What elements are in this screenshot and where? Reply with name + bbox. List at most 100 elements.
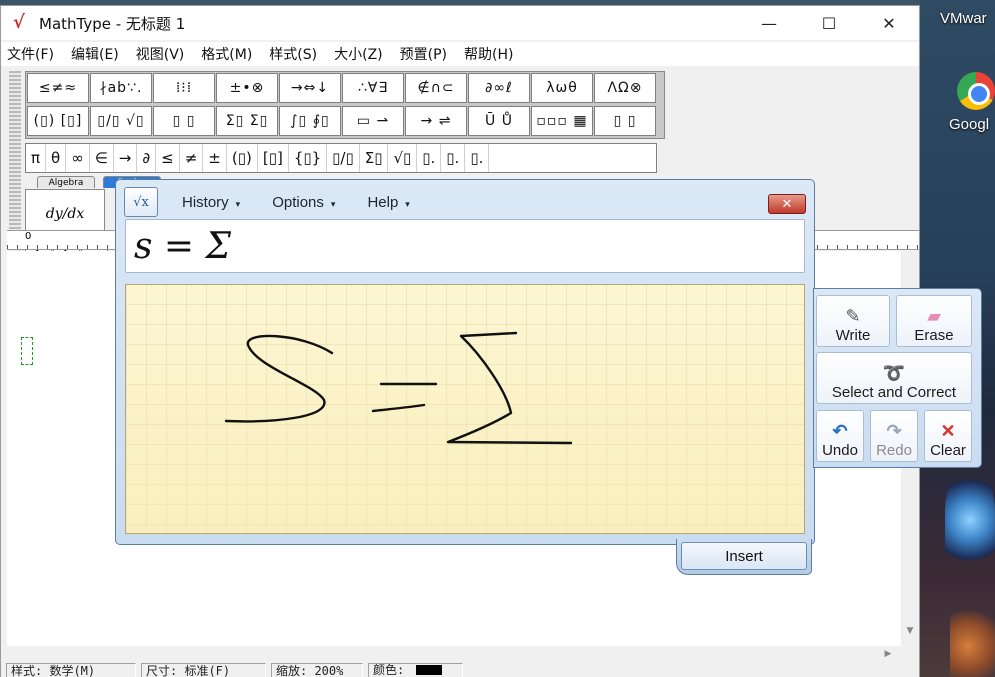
palette-fences-button[interactable]: (▯) [▯] [27,106,89,136]
tab-algebra[interactable]: Algebra [37,176,95,188]
title-bar: √ MathType - 无标题 1 — ☐ ✕ [1,6,919,40]
menu-size[interactable]: 大小(Z) [334,44,383,64]
palette-sets-button[interactable]: ∉∩⊂ [405,73,467,103]
options-label: Options [272,193,324,211]
mathtype-logo-icon: √ [13,12,25,33]
lasso-icon: ➰ [882,363,906,383]
symbol-superscript-button[interactable]: ▯. [417,144,442,172]
mip-menu-bar: √x History ▾ Options ▾ Help ▾ [124,186,442,218]
close-button[interactable]: ✕ [859,6,919,40]
mip-menu-history[interactable]: History ▾ [182,194,240,211]
status-size: 尺寸: 标准(F) [141,662,266,677]
palette-relations-button[interactable]: ≤≠≈ [27,73,89,103]
symbol-subsup-button[interactable]: ▯. [465,144,490,172]
insert-button[interactable]: Insert [681,542,807,570]
symbol-leq-button[interactable]: ≤ [156,144,180,172]
symbol-theta-button[interactable]: θ [46,144,67,172]
ink-stroke-sigma [446,331,573,445]
palette-greek-upper-button[interactable]: ΛΩ⊗ [594,73,656,103]
symbol-bracket-button[interactable]: [▯] [258,144,289,172]
write-button[interactable]: ✎ Write [816,295,890,347]
symbol-neq-button[interactable]: ≠ [180,144,204,172]
symbol-pm-button[interactable]: ± [203,144,227,172]
google-desktop-label[interactable]: Googl [949,116,995,133]
menu-file[interactable]: 文件(F) [7,44,54,64]
color-swatch [416,665,443,675]
handwriting-canvas[interactable] [125,284,805,534]
scroll-right-icon[interactable]: ▶ [879,647,897,661]
symbol-subscript-button[interactable]: ▯. [441,144,466,172]
undo-button[interactable]: ↶ Undo [816,410,864,462]
redo-icon: ↷ [886,421,902,441]
maximize-button[interactable]: ☐ [799,6,859,40]
menu-bar: 文件(F) 编辑(E) 视图(V) 格式(M) 样式(S) 大小(Z) 预置(P… [1,42,919,66]
palette-bars-button[interactable]: ▭ ⇀ [342,106,404,136]
mip-tool-panel: ✎ Write ▰ Erase ➰ Select and Correct ↶ U… [813,288,982,468]
palette-misc-button[interactable]: ∂∞ℓ [468,73,530,103]
window-controls: — ☐ ✕ [739,6,919,40]
palette-products-button[interactable]: Ū Ů [468,106,530,136]
menu-view[interactable]: 视图(V) [136,44,185,64]
erase-button[interactable]: ▰ Erase [896,295,972,347]
select-and-correct-button[interactable]: ➰ Select and Correct [816,352,972,404]
palette-embellishments-button[interactable]: ⁞⁝⁞ [153,73,215,103]
horizontal-scrollbar[interactable]: ▶ [7,646,901,662]
history-caret-icon: ▾ [235,198,241,209]
symbol-brace-button[interactable]: {▯} [289,144,328,172]
menu-format[interactable]: 格式(M) [201,44,252,64]
symbol-paren-button[interactable]: (▯) [227,144,258,172]
symbol-infinity-button[interactable]: ∞ [66,144,90,172]
menu-style[interactable]: 样式(S) [269,44,317,64]
symbol-sqrt-button[interactable]: √▯ [388,144,418,172]
symbol-fraction-button[interactable]: ▯/▯ [327,144,360,172]
menu-help[interactable]: 帮助(H) [464,44,513,64]
scroll-down-icon[interactable]: ▼ [901,624,919,638]
undo-icon: ↶ [832,421,848,441]
palette-row-2: (▯) [▯] ▯/▯ √▯ ▯ ▯ Σ▯ Σ▯ ∫▯ ∮▯ ▭ ⇀ → ⇌ Ū… [27,106,663,138]
clear-button[interactable]: ✕ Clear [924,410,972,462]
palette-matrices-button[interactable]: ▫▫▫ ▦ [531,106,593,136]
palette-fractions-button[interactable]: ▯/▯ √▯ [90,106,152,136]
write-label: Write [835,327,871,344]
mip-menu-help[interactable]: Help ▾ [367,194,409,211]
symbol-sum-button[interactable]: Σ▯ [360,144,389,172]
chrome-icon[interactable] [957,72,995,110]
mip-menu-options[interactable]: Options ▾ [272,194,335,211]
select-and-correct-label: Select and Correct [831,384,957,401]
menu-edit[interactable]: 编辑(E) [71,44,119,64]
palette-logic-button[interactable]: ∴∀∃ [342,73,404,103]
palette-spaces-button[interactable]: ∤ab∵. [90,73,152,103]
palette-labeled-arrows-button[interactable]: → ⇌ [405,106,467,136]
palette-scripts-button[interactable]: ▯ ▯ [153,106,215,136]
minimize-button[interactable]: — [739,6,799,40]
status-zoom: 缩放: 200% [271,662,363,677]
mip-close-button[interactable]: ✕ [768,194,806,214]
ruler-zero-label: 0 [25,231,32,242]
symbol-arrow-button[interactable]: → [114,144,138,172]
symbol-partial-button[interactable]: ∂ [137,144,157,172]
clear-icon: ✕ [940,421,956,441]
palette-row-1: ≤≠≈ ∤ab∵. ⁞⁝⁞ ±•⊗ →⇔↓ ∴∀∃ ∉∩⊂ ∂∞ℓ λωθ ΛΩ… [27,73,663,105]
redo-button[interactable]: ↷ Redo [870,410,918,462]
symbol-pi-button[interactable]: π [26,144,47,172]
vmware-desktop-label[interactable]: VMwar [940,10,995,27]
menu-preferences[interactable]: 预置(P) [400,44,447,64]
palette-greek-lower-button[interactable]: λωθ [531,73,593,103]
redo-label: Redo [876,442,912,459]
palette-operators-button[interactable]: ±•⊗ [216,73,278,103]
palette-integrals-button[interactable]: ∫▯ ∮▯ [279,106,341,136]
math-input-panel: √x History ▾ Options ▾ Help ▾ ✕ s = Σ [115,179,815,545]
palette-boxes-button[interactable]: ▯ ▯ [594,106,656,136]
help-label: Help [367,193,399,211]
eraser-icon: ▰ [927,306,941,326]
insertion-slot[interactable] [21,337,33,365]
insert-tab: Insert [676,539,812,575]
ink-stroke-s [224,334,334,423]
undo-label: Undo [822,442,858,459]
recognized-expression-preview: s = Σ [125,219,805,273]
ink-stroke-eq-bottom [371,403,426,413]
palette-arrows-button[interactable]: →⇔↓ [279,73,341,103]
status-bar: 样式: 数学(M) 尺寸: 标准(F) 缩放: 200% 颜色: [1,662,919,677]
symbol-element-button[interactable]: ∈ [90,144,114,172]
palette-sums-button[interactable]: Σ▯ Σ▯ [216,106,278,136]
